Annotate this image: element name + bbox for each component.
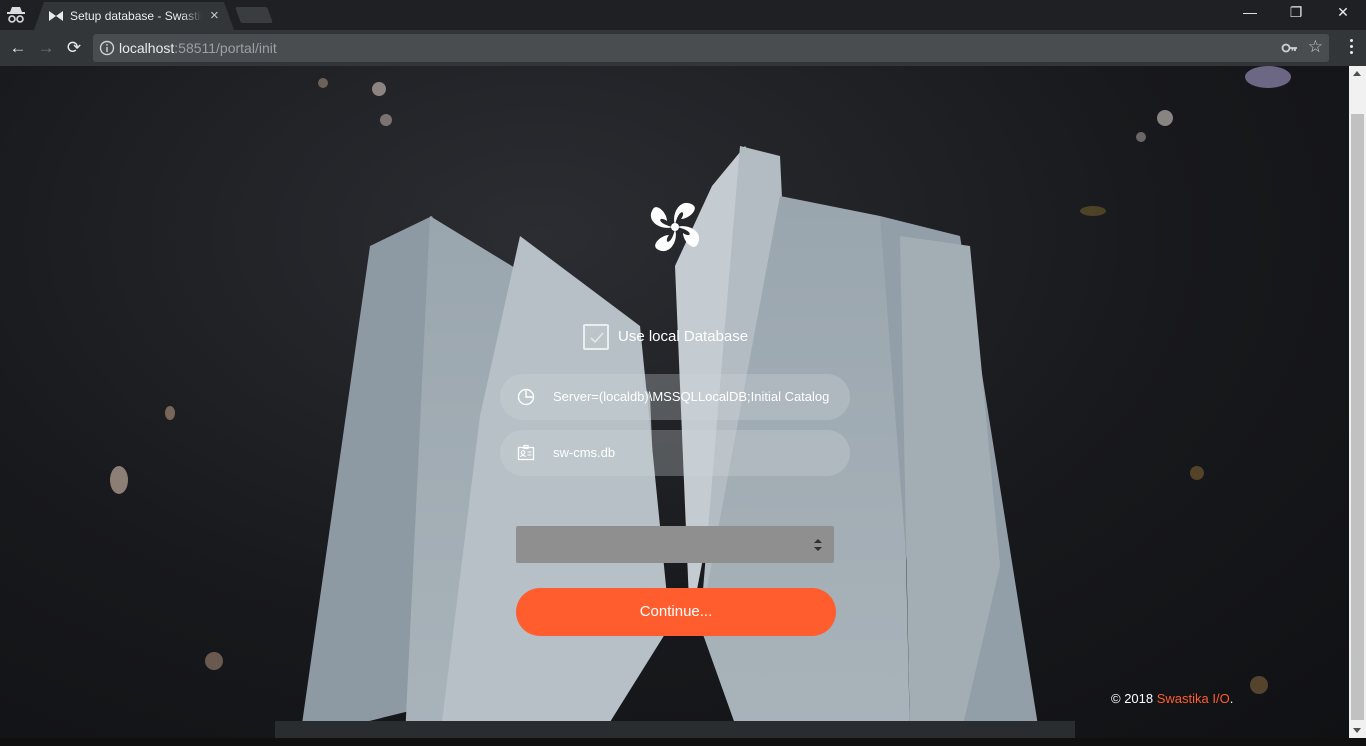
pie-chart-icon xyxy=(517,388,535,406)
reload-button[interactable]: ⟳ xyxy=(64,38,84,58)
continue-button[interactable]: Continue... xyxy=(516,588,836,636)
tab-strip: Setup database - Swastika × — ❐ ✕ xyxy=(0,0,1366,30)
footer-copyright-text: © 2018 xyxy=(1111,691,1157,706)
favicon-icon xyxy=(49,11,63,21)
page-scrollbar[interactable] xyxy=(1349,66,1366,738)
scroll-down-arrow[interactable] xyxy=(1353,728,1361,733)
url-path: :58511/portal/init xyxy=(174,40,277,56)
footer-dot: . xyxy=(1229,691,1234,706)
database-file-field[interactable]: sw-cms.db xyxy=(500,430,850,476)
close-window-button[interactable]: ✕ xyxy=(1333,4,1353,21)
page-viewport: Use local Database Server=(localdb)\MSSQ… xyxy=(0,66,1349,738)
footer-brand-link[interactable]: Swastika I/O xyxy=(1157,691,1230,706)
use-local-db-label: Use local Database xyxy=(618,328,749,345)
os-taskbar xyxy=(0,738,1366,746)
id-card-icon xyxy=(517,444,535,461)
connection-string-field[interactable]: Server=(localdb)\MSSQLLocalDB;Initial Ca… xyxy=(500,374,850,420)
url-text: localhost:58511/portal/init xyxy=(119,40,277,56)
tab-title: Setup database - Swastika xyxy=(70,9,202,23)
check-icon xyxy=(590,332,604,344)
menu-icon[interactable] xyxy=(1343,39,1359,57)
connection-string-value[interactable]: Server=(localdb)\MSSQLLocalDB;Initial Ca… xyxy=(553,389,831,404)
key-icon[interactable] xyxy=(1281,40,1299,56)
back-button[interactable]: ← xyxy=(8,38,28,58)
browser-chrome: Setup database - Swastika × — ❐ ✕ ← → ⟳ … xyxy=(0,0,1366,66)
database-provider-select[interactable] xyxy=(516,526,834,563)
url-host: localhost xyxy=(119,40,175,56)
tab-close-button[interactable]: × xyxy=(210,7,219,25)
use-local-db-checkbox[interactable] xyxy=(583,324,609,350)
scroll-up-arrow[interactable] xyxy=(1353,71,1361,76)
new-tab-button[interactable] xyxy=(235,7,273,23)
database-file-value[interactable]: sw-cms.db xyxy=(553,445,831,460)
tab-active[interactable]: Setup database - Swastika × xyxy=(34,2,234,30)
select-arrows-icon xyxy=(814,539,822,551)
logo-icon xyxy=(651,202,699,252)
browser-toolbar: ← → ⟳ localhost:58511/portal/init ☆ xyxy=(0,30,1366,66)
scroll-thumb[interactable] xyxy=(1351,114,1364,720)
restore-button[interactable]: ❐ xyxy=(1286,4,1306,21)
info-icon[interactable] xyxy=(99,40,115,56)
forward-button[interactable]: → xyxy=(36,38,56,58)
star-icon[interactable]: ☆ xyxy=(1308,37,1323,57)
footer-copyright: © 2018 Swastika I/O. xyxy=(1111,691,1233,706)
setup-panel: Use local Database Server=(localdb)\MSSQ… xyxy=(0,66,1349,738)
incognito-icon xyxy=(7,7,25,23)
minimize-button[interactable]: — xyxy=(1240,4,1260,20)
address-bar[interactable]: localhost:58511/portal/init ☆ xyxy=(93,34,1329,62)
